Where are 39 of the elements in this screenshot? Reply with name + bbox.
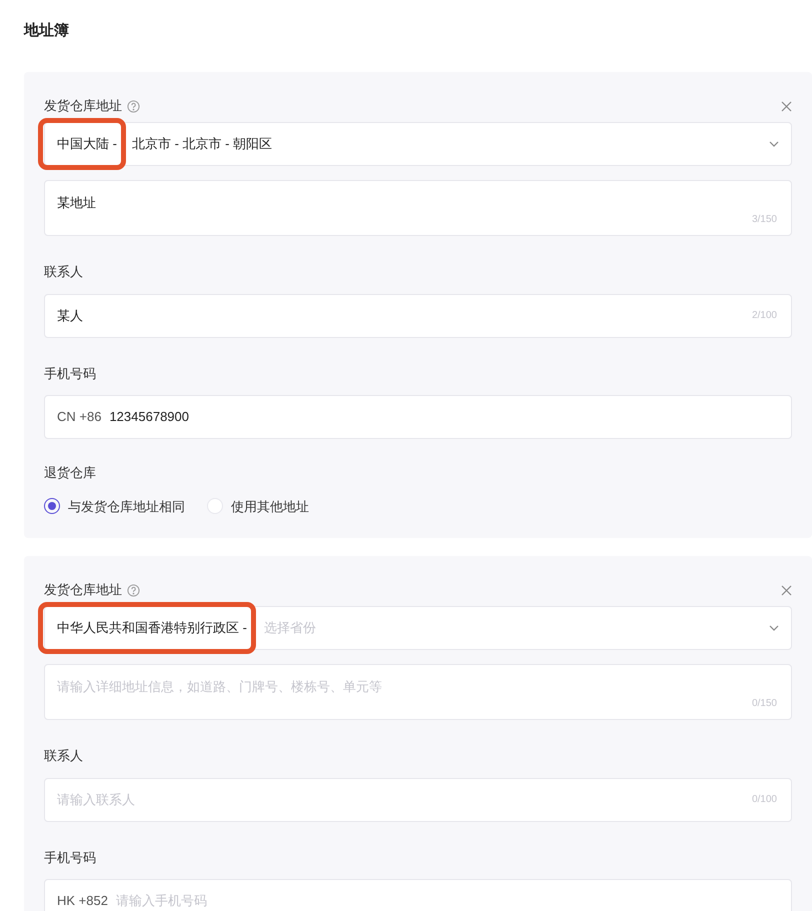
character-counter: 2/100 <box>752 309 777 323</box>
chevron-down-icon <box>769 141 779 147</box>
chevron-down-icon <box>769 625 779 631</box>
field-label: 联系人 <box>44 263 84 281</box>
address-field[interactable]: 某地址 3/150 <box>44 180 792 236</box>
field-label: 发货仓库地址 <box>44 97 122 116</box>
help-icon[interactable] <box>127 584 140 596</box>
character-counter: 0/150 <box>752 697 777 711</box>
region-value: 北京市 - 北京市 - 朝阳区 <box>132 135 272 154</box>
close-icon[interactable] <box>781 100 792 112</box>
help-icon[interactable] <box>127 100 140 112</box>
contact-field[interactable]: 某人 2/100 <box>44 294 792 338</box>
character-counter: 3/150 <box>752 213 777 227</box>
country-code[interactable]: CN +86 <box>57 407 102 427</box>
field-placeholder: 请输入联系人 <box>57 790 135 809</box>
radio-option[interactable]: 使用其他地址 <box>207 496 309 516</box>
field-label: 手机号码 <box>44 364 97 382</box>
field-placeholder: 请输入详细地址信息，如道路、门牌号、楼栋号、单元等 <box>57 678 382 696</box>
character-counter: 0/100 <box>752 793 777 807</box>
radio-label: 使用其他地址 <box>231 498 309 516</box>
field-value: 某地址 <box>57 194 96 212</box>
field-label: 退货仓库 <box>44 464 97 482</box>
region-placeholder: 选择省份 <box>264 619 316 638</box>
radio-label: 与发货仓库地址相同 <box>68 498 185 516</box>
page-title: 地址簿 <box>24 21 70 41</box>
region-value: 中国大陆 - <box>38 118 126 170</box>
field-value: 某人 <box>57 306 83 325</box>
field-placeholder: 请输入手机号码 <box>116 892 207 910</box>
field-label: 手机号码 <box>44 848 97 866</box>
phone-field[interactable]: CN +86 12345678900 <box>44 395 792 439</box>
field-value: 12345678900 <box>109 408 189 426</box>
radio-button[interactable] <box>44 498 60 514</box>
field-label: 发货仓库地址 <box>44 581 122 600</box>
field-label: 联系人 <box>44 747 84 765</box>
region-value: 中华人民共和国香港特别行政区 - <box>38 602 256 654</box>
country-code[interactable]: HK +852 <box>57 891 108 911</box>
close-icon[interactable] <box>781 584 792 596</box>
radio-option[interactable]: 与发货仓库地址相同 <box>44 496 185 516</box>
phone-field[interactable]: HK +852 请输入手机号码 <box>44 879 792 911</box>
